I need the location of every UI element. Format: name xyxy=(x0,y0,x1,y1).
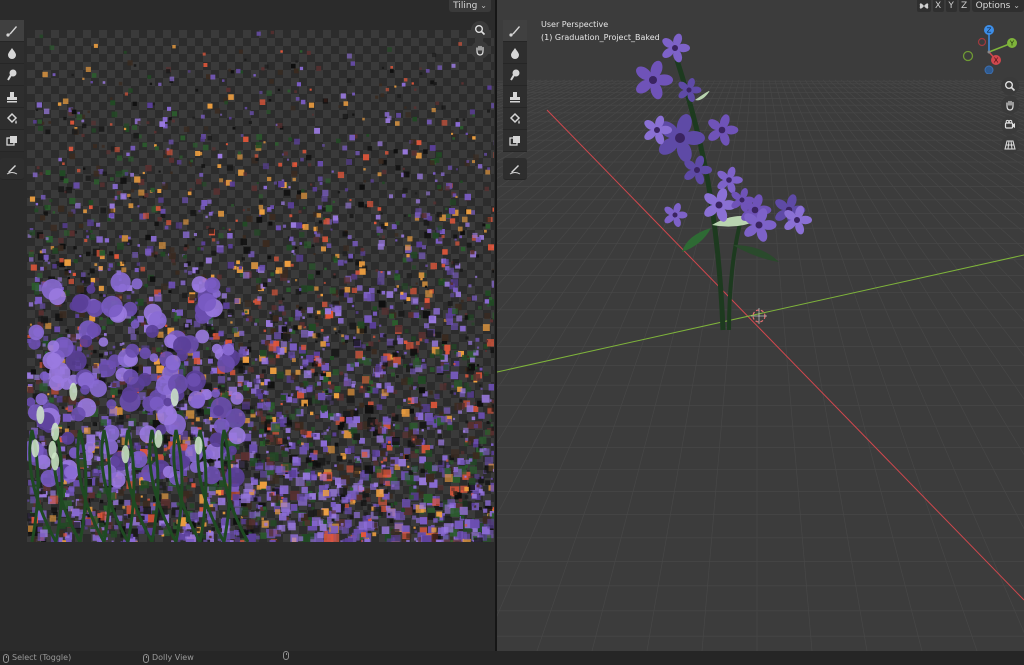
viewport-header-right: X Y Z Options ⌄ xyxy=(916,0,1024,12)
gizmo-neg-z[interactable] xyxy=(984,65,994,74)
camera-view-button[interactable] xyxy=(1001,116,1019,134)
zoom-icon xyxy=(475,25,486,36)
options-label: Options xyxy=(975,1,1011,11)
status-context-hint xyxy=(283,651,289,660)
vp-annotate-tool-button[interactable] xyxy=(503,158,527,180)
vp-clone-tool-button[interactable] xyxy=(503,86,527,108)
zoom-button[interactable] xyxy=(471,21,489,39)
navigation-gizmo[interactable]: Z Y X xyxy=(960,22,1020,74)
chevron-down-icon: ⌄ xyxy=(480,1,487,10)
blender-window: Tiling ⌄ User Perspective (1) Graduation… xyxy=(0,0,1024,665)
brush-tool-button[interactable] xyxy=(0,20,24,42)
axis-toggle-y[interactable]: Y xyxy=(945,0,957,12)
annotate-icon xyxy=(509,164,521,174)
annotate-tool-button[interactable] xyxy=(0,158,24,180)
vp-smear-tool-button[interactable] xyxy=(503,64,527,86)
vp-mask-tool-button[interactable] xyxy=(503,130,527,152)
fill-tool-button[interactable] xyxy=(0,108,24,130)
viewport-scene xyxy=(497,33,1024,651)
clone-icon xyxy=(510,91,520,102)
pan-hand-icon xyxy=(476,45,484,56)
status-bar: Select (Toggle) Dolly View xyxy=(0,651,1024,665)
viewport-zoom-button[interactable] xyxy=(1001,77,1019,95)
gizmo-neg-y[interactable] xyxy=(962,50,974,62)
options-dropdown[interactable]: Options ⌄ xyxy=(971,0,1024,12)
blur-tool-button[interactable] xyxy=(0,42,24,64)
viewport-pan-button[interactable] xyxy=(1001,96,1019,114)
gizmo-x-label: X xyxy=(994,57,999,65)
axis-toggle-z[interactable]: Z xyxy=(958,0,970,12)
brush-icon xyxy=(6,25,17,37)
pan-button[interactable] xyxy=(471,41,489,59)
annotate-icon xyxy=(6,164,18,174)
vp-blur-tool-button[interactable] xyxy=(503,42,527,64)
axis-toggle-x[interactable]: X xyxy=(932,0,944,12)
vp-fill-tool-button[interactable] xyxy=(503,108,527,130)
texture-canvas[interactable] xyxy=(27,30,494,542)
mirror-toggle[interactable] xyxy=(916,0,931,12)
status-select-hint: Select (Toggle) xyxy=(3,651,71,665)
fill-icon xyxy=(6,112,18,124)
gizmo-z-label: Z xyxy=(987,27,992,35)
zoom-icon xyxy=(1005,81,1016,92)
brush-icon xyxy=(509,25,520,37)
smear-icon xyxy=(510,69,520,81)
camera-icon xyxy=(1004,119,1015,129)
gizmo-neg-x[interactable] xyxy=(977,37,987,47)
image-editor[interactable]: Tiling ⌄ xyxy=(0,0,495,651)
status-dolly-label: Dolly View xyxy=(152,653,194,662)
image-editor-toolbar xyxy=(0,20,24,180)
mask-icon xyxy=(509,135,520,146)
perspective-toggle-button[interactable] xyxy=(1001,136,1019,154)
tiling-dropdown[interactable]: Tiling ⌄ xyxy=(449,0,491,12)
grid-perspective-icon xyxy=(1004,140,1016,150)
view-perspective-label: User Perspective xyxy=(541,20,609,29)
mask-tool-button[interactable] xyxy=(0,130,24,152)
mask-icon xyxy=(6,135,17,146)
viewport-toolbar xyxy=(503,20,527,180)
baked-texture-image xyxy=(27,30,494,542)
mouse-middle-icon xyxy=(143,653,149,663)
gizmo-y-label: Y xyxy=(1009,40,1015,48)
mouse-right-icon xyxy=(283,651,289,660)
blur-icon xyxy=(8,47,16,59)
3d-viewport[interactable]: User Perspective (1) Graduation_Project_… xyxy=(497,0,1024,651)
mouse-left-icon xyxy=(3,653,9,663)
tiling-label: Tiling xyxy=(453,1,478,11)
smear-icon xyxy=(7,69,17,81)
status-select-label: Select (Toggle) xyxy=(12,653,72,662)
smear-tool-button[interactable] xyxy=(0,64,24,86)
clone-icon xyxy=(7,91,17,102)
image-editor-header: Tiling ⌄ xyxy=(0,0,495,12)
butterfly-mirror-icon xyxy=(919,3,928,9)
fill-icon xyxy=(509,112,521,124)
active-object-label: (1) Graduation_Project_Baked xyxy=(541,33,660,42)
vp-brush-tool-button[interactable] xyxy=(503,20,527,42)
clone-tool-button[interactable] xyxy=(0,86,24,108)
blur-icon xyxy=(511,47,519,59)
pan-hand-icon xyxy=(1006,100,1014,111)
status-dolly-hint: Dolly View xyxy=(143,651,194,665)
chevron-down-icon: ⌄ xyxy=(1013,1,1020,10)
